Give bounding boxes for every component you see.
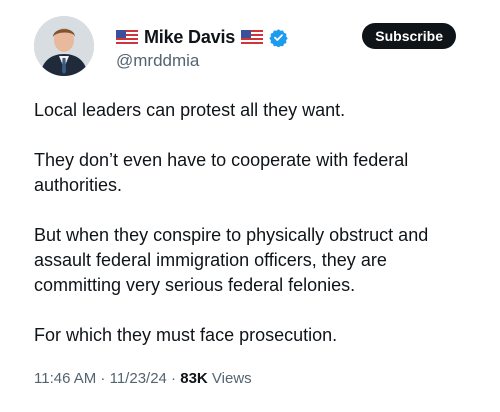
tweet-paragraph: For which they must face prosecution. [34,325,338,345]
tweet-date[interactable]: 11/23/24 [110,370,167,387]
views-label: Views [207,370,252,387]
tweet-body: Local leaders can protest all they want.… [34,98,474,373]
us-flag-icon [116,29,138,45]
tweet-paragraph: Local leaders can protest all they want. [34,100,346,120]
verified-badge-icon[interactable] [269,28,288,48]
us-flag-icon [241,29,264,45]
views-count[interactable]: 83K [180,370,208,387]
tweet-time[interactable]: 11:46 AM [34,370,96,387]
avatar[interactable] [34,16,94,76]
tweet-paragraph: They don’t even have to cooperate with f… [34,150,409,195]
tweet-paragraph: But when they conspire to physically obs… [34,225,429,295]
display-name[interactable]: Mike Davis [144,27,235,48]
subscribe-button[interactable]: Subscribe [362,23,456,49]
tweet-header: Mike Davis @mrddmia Subscribe [24,16,476,76]
author-names: Mike Davis @mrddmia [116,26,288,71]
tweet-meta: 11:46 AM · 11/23/24 · 83K Views [34,370,252,387]
meta-separator: · [166,370,181,387]
meta-separator: · [96,370,110,387]
author-handle[interactable]: @mrddmia [116,51,288,71]
name-row: Mike Davis [116,26,288,48]
